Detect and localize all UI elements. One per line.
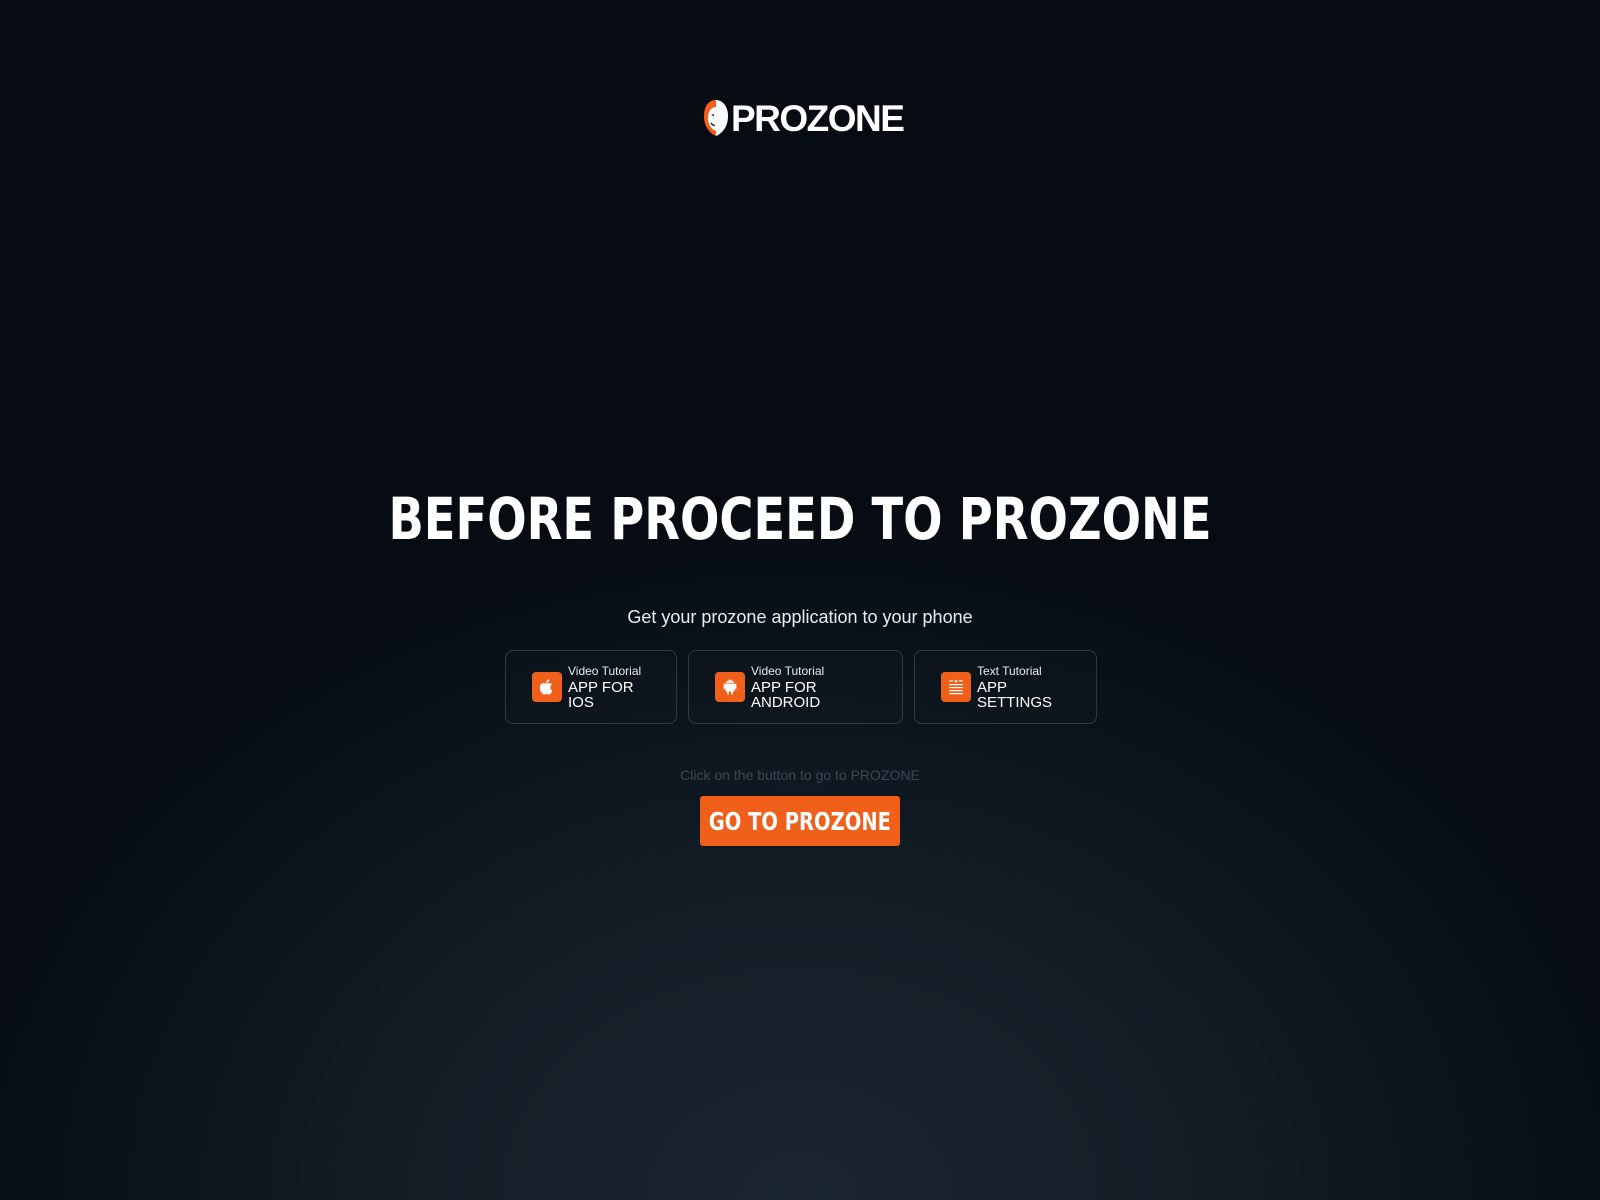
- card-title: APP FOR IOS: [568, 678, 634, 711]
- card-title: APP FOR ANDROID: [751, 678, 821, 711]
- tutorial-cards: Video Tutorial APP FOR IOS Video Tutoria…: [505, 650, 1097, 724]
- card-subtitle: Text Tutorial: [977, 663, 1042, 678]
- hooded-mask-icon: [704, 100, 728, 136]
- card-subtitle: Video Tutorial: [568, 663, 642, 678]
- card-subtitle: Video Tutorial: [751, 663, 825, 678]
- apple-icon: [532, 672, 562, 702]
- go-to-prozone-button[interactable]: GO TO PROZONE: [700, 796, 900, 846]
- card-title: APP SETTINGS: [977, 678, 1053, 711]
- logo-wordmark: PROZONE: [731, 97, 905, 139]
- app-settings-tutorial-card[interactable]: Text Tutorial APP SETTINGS: [914, 650, 1097, 724]
- android-app-tutorial-card[interactable]: Video Tutorial APP FOR ANDROID: [688, 650, 903, 724]
- page-subtitle: Get your prozone application to your pho…: [627, 607, 973, 627]
- cta-hint-text: Click on the button to go to PROZONE: [680, 767, 920, 783]
- ios-app-tutorial-card[interactable]: Video Tutorial APP FOR IOS: [505, 650, 677, 724]
- document-list-icon: [941, 672, 971, 702]
- page-headline: BEFORE PROCEED TO PROZONE: [388, 485, 1212, 553]
- go-to-prozone-label: GO TO PROZONE: [708, 806, 892, 836]
- prozone-logo[interactable]: PROZONE: [703, 96, 905, 140]
- android-icon: [715, 672, 745, 702]
